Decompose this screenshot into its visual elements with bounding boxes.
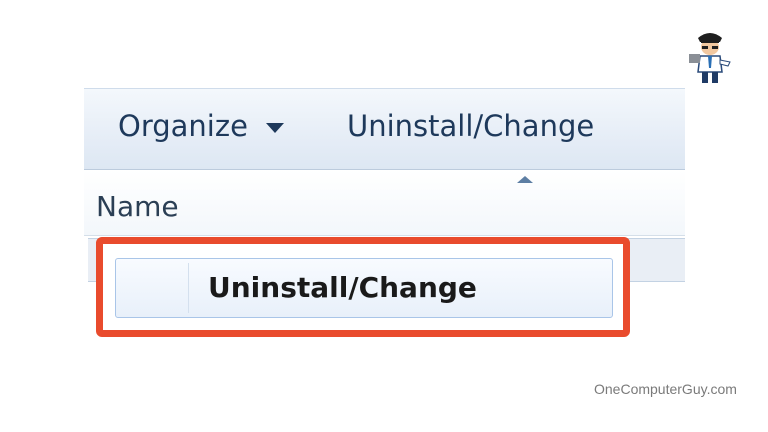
menu-item-label: Uninstall/Change [208,271,477,304]
context-menu-item-uninstall-change[interactable]: Uninstall/Change [115,258,613,318]
uninstall-change-label: Uninstall/Change [347,109,595,143]
onecomputerguy-logo [689,33,731,83]
organize-label: Organize [118,109,248,143]
menu-icon-separator [188,263,189,313]
watermark-text: OneComputerGuy.com [594,381,737,397]
uninstall-change-button[interactable]: Uninstall/Change [347,109,594,143]
dropdown-arrow-icon [265,123,284,133]
column-header-row: Name [84,170,685,236]
sort-ascending-icon [517,176,533,183]
column-header-name[interactable]: Name [96,190,179,223]
command-bar: Organize Uninstall/Change [84,88,685,170]
organize-button[interactable]: Organize [118,109,284,143]
highlight-box: Uninstall/Change [96,237,630,337]
